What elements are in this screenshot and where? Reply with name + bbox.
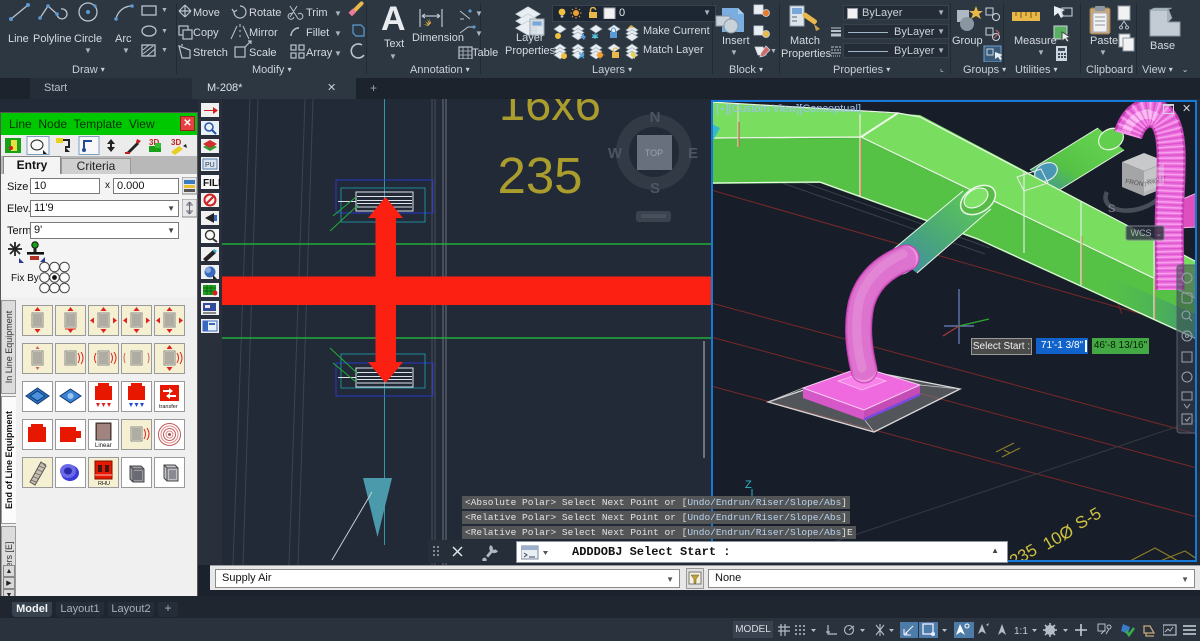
svg-text:E: E (688, 145, 698, 162)
svg-text:3D: 3D (171, 138, 181, 147)
svg-text:1:1: 1:1 (1014, 626, 1028, 637)
svg-text:FILI: FILI (203, 178, 221, 189)
svg-text:RHU: RHU (98, 481, 110, 487)
svg-text:⌄: ⌄ (1156, 231, 1162, 238)
svg-text:Z: Z (745, 479, 752, 491)
svg-text:W: W (608, 145, 623, 162)
svg-text:16x6: 16x6 (499, 99, 601, 130)
svg-text:N: N (650, 109, 661, 126)
svg-text:235: 235 (497, 147, 582, 204)
svg-text:S: S (650, 180, 660, 197)
svg-text:TOP: TOP (645, 148, 663, 158)
svg-text:S: S (1108, 203, 1115, 215)
svg-text:WCS: WCS (1131, 228, 1152, 238)
svg-text:PU: PU (205, 162, 215, 169)
svg-text:Linear: Linear (95, 443, 112, 449)
svg-text:transfer: transfer (159, 404, 178, 410)
